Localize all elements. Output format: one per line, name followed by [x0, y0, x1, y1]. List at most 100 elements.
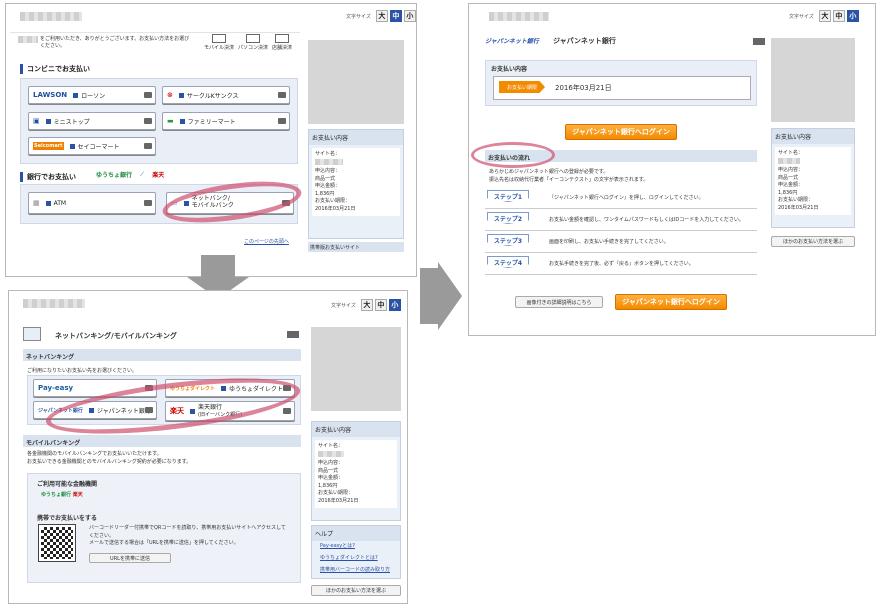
- help-icon: [287, 331, 299, 338]
- netbanking-desc: ご利用になりたいお支払い先をお選びください。: [27, 368, 138, 374]
- payment-type-tabs: モバイル決済 パソコン決済 店舗決済: [204, 34, 292, 51]
- font-medium-button[interactable]: 中: [389, 10, 402, 22]
- summary-box: お支払い内容 サイト名： 申込内容： 商品一式 申込金額： 1,836円 お支払い期…: [311, 421, 401, 521]
- familymart-logo: ▬: [167, 117, 174, 125]
- login-button-top[interactable]: ジャパンネット銀行へログイン: [565, 124, 677, 140]
- cart-icon: [144, 118, 152, 124]
- step-4: ステップ4: [487, 256, 529, 268]
- pc-icon: [246, 34, 261, 43]
- font-size-bar: 文字サイズ 大 中 小: [789, 10, 859, 22]
- cart-icon: [278, 118, 286, 124]
- tab-store[interactable]: 店舗決済: [272, 34, 292, 51]
- yucho-logo: ゆうちょ銀行: [96, 172, 133, 179]
- cart-icon: [144, 143, 152, 149]
- convenience-section-title: コンビニでお支払い: [20, 64, 90, 74]
- summary-box: お支払い内容 サイト名： 申込内容： 商品一式 申込金額： 1,836円 お支払い期…: [771, 128, 855, 228]
- blurred-shop-name: [489, 12, 549, 21]
- arrow-right-head-icon: [438, 262, 462, 330]
- bank-name: ジャパンネット銀行: [553, 37, 616, 45]
- seicomart-button[interactable]: Seicomart セイコーマート: [28, 137, 156, 155]
- arrow-down-icon: [201, 255, 235, 277]
- send-url-button[interactable]: URLを携帯に送信: [89, 553, 171, 563]
- blurred-shop-name: [23, 299, 85, 308]
- blurred-shop-name: [20, 12, 82, 21]
- mobile-site-label: 携帯版お支払いサイト: [308, 242, 404, 252]
- panel-payment-select: 文字サイズ 大 中 小 をご利用いただき、ありがとうございます。お支払い方法をお…: [5, 3, 417, 277]
- blurred-site: [18, 36, 38, 43]
- mobile-icon: [212, 34, 226, 43]
- mobilebanking-desc: 各金融機関のモバイルバンキングでお支払いいただけます。 お支払いできる金融機関との…: [27, 451, 192, 465]
- step-3-text: 画面を印刷し、お支払い手続きを完了してください。: [549, 239, 669, 245]
- detail-button[interactable]: 画像付きの詳細説明はこちら: [515, 296, 603, 308]
- rakuten-logo: 楽天: [152, 172, 165, 179]
- step-4-text: お支払手続きを完了後、必ず『戻る』ボタンを押してください。: [549, 261, 694, 267]
- blurred-site-name: [315, 158, 343, 165]
- font-small-button[interactable]: 小: [403, 10, 416, 22]
- summary-box: お支払い内容 サイト名： 申込内容： 商品一式 申込金額： 1,836円 お支払い期…: [308, 129, 404, 239]
- seicomart-logo: Seicomart: [33, 142, 64, 150]
- help-link-barcode[interactable]: 携帯用バーコードの読み取り方: [320, 566, 390, 573]
- cart-icon: [144, 92, 152, 98]
- flow-notes: あらかじめジャパンネット銀行への登録が必要です。 振込先名は収納代行業者「イーコン…: [489, 169, 649, 183]
- highlight-ellipse: [471, 142, 555, 168]
- panel-netbank-select: 文字サイズ 大 中 小 ネットバンキング/モバイルバンキング ネットバンキング …: [8, 290, 408, 604]
- ministop-button[interactable]: ▣ ミニストップ: [28, 112, 156, 130]
- page-title: ネットバンキング/モバイルバンキング: [55, 332, 177, 340]
- qr-code: [38, 524, 76, 562]
- font-size-label: 文字サイズ: [346, 13, 371, 20]
- pc-icon: [23, 327, 41, 341]
- font-size-bar: 文字サイズ 大 中 小: [346, 10, 416, 22]
- store-icon: [275, 34, 290, 43]
- font-medium-button[interactable]: 中: [374, 299, 387, 311]
- help-box: ヘルプ Pay-easyとは? ゆうちょダイレクトとは? 携帯用バーコードの読み…: [311, 525, 401, 579]
- step-1-text: 『ジャパンネット銀行へログイン』を押し、ログインしてください。: [549, 195, 704, 201]
- mobile-pay-title: 携帯でお支払いをする: [37, 515, 98, 522]
- other-payment-button[interactable]: ほかのお支払い方法を選ぶ: [771, 236, 855, 247]
- blurred-site-name: [778, 157, 800, 164]
- step-2-text: お支払い金額を確認し、ワンタイムパスワードもしくはIDコードを入力してください。: [549, 217, 744, 223]
- circlek-logo: ⊗: [167, 91, 173, 99]
- bank-section-title: 銀行でお支払い: [20, 172, 76, 182]
- intro-text: をご利用いただき、ありがとうございます。お支払い方法をお選びください。: [40, 36, 190, 49]
- cart-icon: [144, 200, 152, 206]
- lawson-button[interactable]: LAWSON ローソン: [28, 86, 156, 104]
- page-top-link[interactable]: このページの先頭へ: [244, 238, 289, 245]
- arrow-right-icon: [420, 268, 438, 324]
- netbanking-heading: ネットバンキング: [23, 349, 301, 361]
- tab-pc[interactable]: パソコン決済: [238, 34, 268, 51]
- familymart-button[interactable]: ▬ ファミリーマート: [162, 112, 290, 130]
- font-large-button[interactable]: 大: [360, 299, 373, 311]
- ad-placeholder: [308, 40, 404, 124]
- other-payment-button[interactable]: ほかのお支払い方法を選ぶ: [311, 585, 401, 596]
- step-1: ステップ1: [487, 190, 529, 202]
- step-2: ステップ2: [487, 212, 529, 224]
- help-link-payeasy[interactable]: Pay-easyとは?: [320, 542, 355, 549]
- font-small-button[interactable]: 小: [388, 299, 401, 311]
- qr-desc: バーコードリーダー付携帯でQRコードを読取り、携帯用お支払いサイトへアクセスして…: [89, 525, 286, 546]
- font-size-bar: 文字サイズ 大 中 小: [331, 299, 401, 311]
- cart-icon: [283, 408, 291, 414]
- usable-banks-logos: ゆうちょ銀行 楽天: [41, 492, 83, 498]
- font-large-button[interactable]: 大: [375, 10, 388, 22]
- ad-placeholder: [311, 327, 401, 411]
- mobilebanking-heading: モバイルバンキング: [23, 435, 301, 447]
- font-small-button[interactable]: 小: [846, 10, 859, 22]
- font-medium-button[interactable]: 中: [832, 10, 845, 22]
- blurred-site-name: [318, 450, 344, 457]
- atm-icon: ▦: [33, 199, 40, 207]
- font-large-button[interactable]: 大: [818, 10, 831, 22]
- circlek-button[interactable]: ⊗ サークルKサンクス: [162, 86, 290, 104]
- ad-placeholder: [771, 38, 855, 122]
- step-3: ステップ3: [487, 234, 529, 246]
- tab-mobile[interactable]: モバイル決済: [204, 34, 234, 51]
- help-link-yucho[interactable]: ゆうちょダイレクトとは?: [320, 554, 378, 561]
- help-icon: [753, 38, 765, 45]
- usable-banks-title: ご利用可能な金融機関: [37, 481, 98, 488]
- atm-button[interactable]: ▦ ATM: [28, 192, 156, 214]
- deadline-value: 2016年03月21日: [555, 84, 612, 92]
- content-title: お支払い内容: [491, 66, 528, 73]
- ministop-logo: ▣: [33, 117, 40, 125]
- login-button-bottom[interactable]: ジャパンネット銀行へログイン: [615, 294, 727, 310]
- lawson-logo: LAWSON: [33, 91, 68, 99]
- japannet-logo: ⟋: [140, 170, 145, 178]
